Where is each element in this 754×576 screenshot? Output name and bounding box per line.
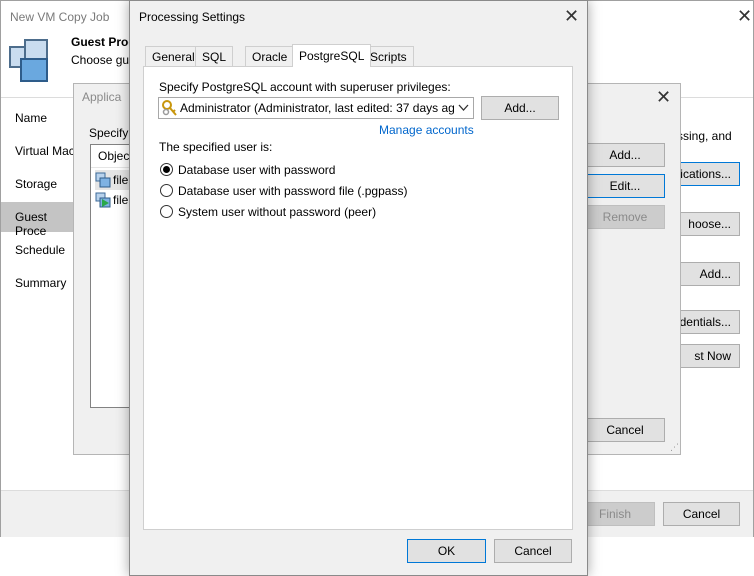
nav-item-summary[interactable]: Summary [15, 276, 66, 290]
edit-button[interactable]: Edit... [585, 174, 665, 198]
option-database-user-pgpass-label[interactable]: Database user with password file (.pgpas… [178, 184, 407, 198]
manage-accounts-link[interactable]: Manage accounts [379, 123, 474, 137]
cancel-button[interactable]: Cancel [585, 418, 665, 442]
wizard-nav: Name Virtual Mac Storage Guest Proce Sch… [1, 98, 75, 490]
nav-item-schedule[interactable]: Schedule [15, 243, 65, 257]
window-title: New VM Copy Job [10, 10, 110, 24]
radio-database-user-password[interactable] [160, 163, 173, 176]
chevron-down-icon [458, 104, 469, 111]
cancel-button[interactable]: Cancel [494, 539, 572, 563]
option-database-user-password-label[interactable]: Database user with password [178, 163, 335, 177]
key-icon [162, 100, 177, 116]
dialog-title: Processing Settings [139, 10, 246, 24]
vm-running-icon [95, 192, 111, 208]
description-text: ssing, and [677, 129, 732, 143]
tab-oracle[interactable]: Oracle [245, 46, 294, 66]
step-subtitle: Choose gu [71, 53, 130, 67]
close-icon[interactable]: ✕ [737, 7, 752, 25]
account-select[interactable]: Administrator (Administrator, last edite… [158, 97, 474, 119]
radio-system-user-peer[interactable] [160, 205, 173, 218]
list-header-object: Object [98, 149, 133, 163]
nav-item-virtual-machines[interactable]: Virtual Mac [15, 144, 75, 158]
list-item-label: file [113, 193, 129, 207]
wizard-cancel-button[interactable]: Cancel [663, 502, 740, 526]
nav-item-name[interactable]: Name [15, 111, 47, 125]
ok-button[interactable]: OK [407, 539, 486, 563]
add-account-button[interactable]: Add... [481, 96, 559, 120]
vm-copy-icon [9, 39, 48, 82]
dialog-title: Applica [82, 90, 122, 104]
list-item-label: file [113, 173, 129, 187]
resize-grip-icon[interactable]: ⋰ [670, 442, 679, 453]
remove-button[interactable]: Remove [585, 205, 665, 229]
close-icon[interactable]: ✕ [564, 7, 579, 25]
account-label: Specify PostgreSQL account with superuse… [159, 80, 451, 94]
tab-sql[interactable]: SQL [195, 46, 234, 66]
close-icon[interactable]: ✕ [656, 88, 671, 106]
specify-label: Specify [89, 126, 129, 140]
processing-settings-dialog: Processing Settings ✕ General SQL Oracle… [129, 0, 588, 576]
account-select-value: Administrator (Administrator, last edite… [180, 101, 455, 115]
tab-postgresql[interactable]: PostgreSQL [292, 44, 372, 67]
tab-general[interactable]: General [145, 46, 202, 66]
radio-database-user-pgpass[interactable] [160, 184, 173, 197]
nav-item-guest-processing[interactable]: Guest Proce [15, 210, 75, 238]
vm-icon [95, 172, 111, 188]
postgresql-tab-panel: Specify PostgreSQL account with superuse… [143, 66, 573, 530]
user-type-label: The specified user is: [159, 140, 273, 154]
step-title: Guest Proc [71, 35, 136, 49]
nav-item-storage[interactable]: Storage [15, 177, 57, 191]
option-system-user-peer-label[interactable]: System user without password (peer) [178, 205, 376, 219]
add-button[interactable]: Add... [585, 143, 665, 167]
